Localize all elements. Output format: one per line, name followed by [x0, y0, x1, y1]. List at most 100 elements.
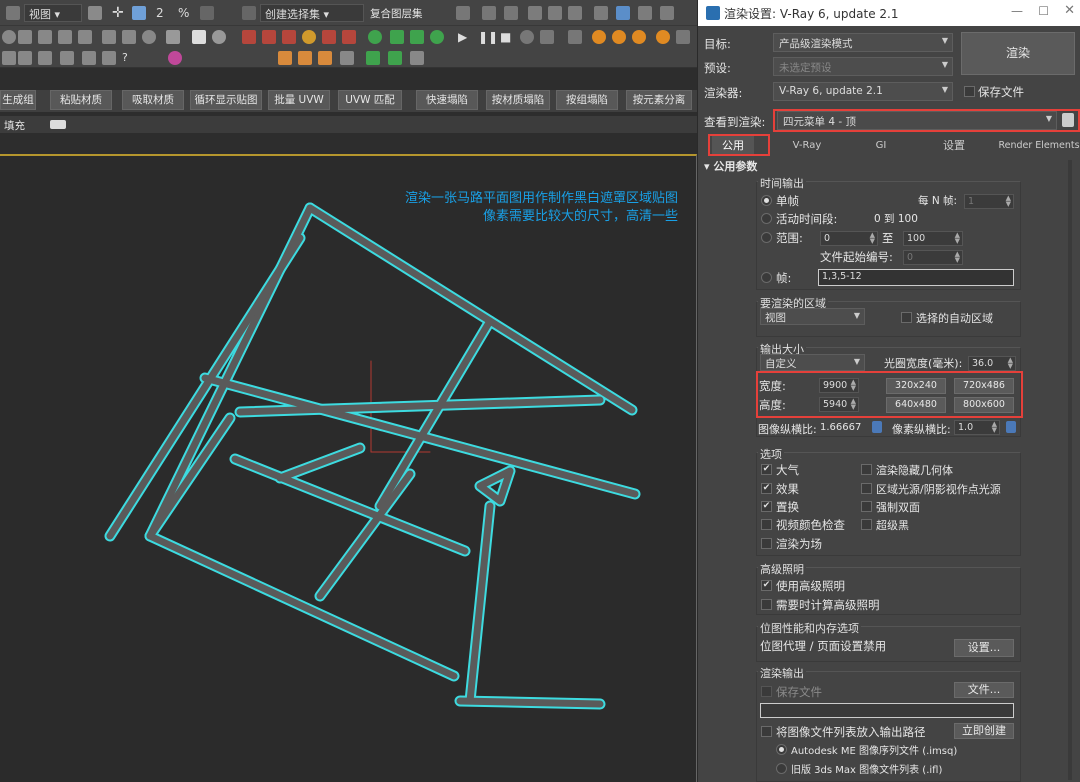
vray-fur-icon[interactable]: [322, 30, 336, 44]
pause-icon[interactable]: ❚❚: [478, 30, 498, 44]
autodesk-imsq-radio[interactable]: [776, 744, 787, 755]
fire-2-icon[interactable]: [612, 30, 626, 44]
area-dropdown[interactable]: 视图 ▼: [760, 308, 865, 325]
tab-render-elements[interactable]: Render Elements: [998, 136, 1080, 156]
globe-icon[interactable]: [142, 30, 156, 44]
paste-material-button[interactable]: 粘贴材质: [50, 90, 112, 110]
green-tool-4-icon[interactable]: [430, 30, 444, 44]
pick-material-button[interactable]: 吸取材质: [122, 90, 184, 110]
file-start-spinner[interactable]: 0 ▲ ▼: [903, 250, 963, 265]
create-now-button[interactable]: 立即创建: [954, 723, 1014, 739]
render-icon[interactable]: [616, 6, 630, 20]
space-warp-icon[interactable]: [102, 30, 116, 44]
camera-icon[interactable]: [38, 30, 52, 44]
teapot-icon[interactable]: [660, 6, 674, 20]
mirror-icon[interactable]: [456, 6, 470, 20]
tool-m-icon[interactable]: [410, 51, 424, 65]
tool-h-icon[interactable]: [298, 51, 312, 65]
tab-gi[interactable]: GI: [864, 136, 898, 156]
tool-b-icon[interactable]: [18, 51, 32, 65]
range-to-spinner[interactable]: 100 ▲ ▼: [903, 231, 963, 246]
vray-sphere-icon[interactable]: [212, 30, 226, 44]
green-tool-3-icon[interactable]: [410, 30, 424, 44]
view-dropdown[interactable]: 视图 ▾: [24, 4, 82, 22]
tool-d-icon[interactable]: [60, 51, 74, 65]
super-black-checkbox[interactable]: [861, 519, 872, 530]
frames-input[interactable]: 1,3,5-12: [818, 269, 1014, 286]
schematic-icon[interactable]: [528, 6, 542, 20]
every-n-spinner[interactable]: 1 ▲ ▼: [964, 194, 1014, 209]
output-preset-dropdown[interactable]: 自定义 ▼: [760, 354, 865, 371]
rollout-title[interactable]: ▾ 公用参数: [704, 158, 757, 174]
compute-advanced-lighting-checkbox[interactable]: [761, 599, 772, 610]
video-color-check-checkbox[interactable]: [761, 519, 772, 530]
shape-icon[interactable]: [78, 30, 92, 44]
helper-icon[interactable]: [58, 30, 72, 44]
more-icon[interactable]: [676, 30, 690, 44]
frames-radio[interactable]: [761, 272, 772, 283]
viewport-top[interactable]: 渲染一张马路平面图用作制作黑白遮罩区域贴图 像素需要比较大的尺寸，高清一些: [0, 154, 697, 782]
vray-light-icon[interactable]: [242, 30, 256, 44]
tool-c-icon[interactable]: [38, 51, 52, 65]
legacy-ifl-radio[interactable]: [776, 763, 787, 774]
select-region-icon[interactable]: [132, 6, 146, 20]
layer-icon[interactable]: [482, 6, 496, 20]
range-from-spinner[interactable]: 0 ▲ ▼: [820, 231, 878, 246]
renderer-dropdown[interactable]: V-Ray 6, update 2.1 ▼: [773, 82, 953, 101]
material-editor-icon[interactable]: [548, 6, 562, 20]
maximize-icon[interactable]: ☐: [1038, 4, 1049, 18]
dialog-titlebar[interactable]: 渲染设置: V-Ray 6, update 2.1 — ☐ ✕: [698, 0, 1080, 26]
scrollbar[interactable]: [1068, 160, 1072, 780]
fill-toggle[interactable]: [50, 120, 66, 129]
cycle-maps-button[interactable]: 循环显示贴图: [190, 90, 262, 110]
single-frame-radio[interactable]: [761, 195, 772, 206]
selection-set-dropdown[interactable]: 创建选择集 ▾: [260, 4, 364, 22]
vray-icon[interactable]: [192, 30, 206, 44]
put-list-checkbox[interactable]: [761, 726, 772, 737]
atmosphere-checkbox[interactable]: ✔: [761, 464, 772, 475]
fire-4-icon[interactable]: [656, 30, 670, 44]
tool-j-icon[interactable]: [340, 51, 354, 65]
restore-layers-label[interactable]: 复合图层集: [370, 6, 423, 21]
light-icon[interactable]: [18, 30, 32, 44]
render-button[interactable]: 渲染: [961, 32, 1075, 75]
uvw-match-button[interactable]: UVW 匹配: [338, 90, 402, 110]
spinner-snap-icon[interactable]: [200, 6, 214, 20]
tab-settings[interactable]: 设置: [934, 136, 974, 156]
vray-decal-icon[interactable]: [342, 30, 356, 44]
pixel-aspect-spinner[interactable]: 1.0 ▲ ▼: [954, 420, 1000, 435]
render-setup-icon[interactable]: [568, 6, 582, 20]
collapse-by-material-button[interactable]: 按材质塌陷: [486, 90, 550, 110]
percent-snap-icon[interactable]: %: [178, 6, 192, 20]
systems-icon[interactable]: [122, 30, 136, 44]
quick-collapse-button[interactable]: 快速塌陷: [416, 90, 478, 110]
separate-by-element-button[interactable]: 按元素分离: [626, 90, 692, 110]
tool-a-icon[interactable]: [2, 51, 16, 65]
effects-checkbox[interactable]: ✔: [761, 483, 772, 494]
vray-dome-icon[interactable]: [262, 30, 276, 44]
sphere-icon[interactable]: [2, 30, 16, 44]
play-icon[interactable]: ▶: [458, 30, 472, 44]
snap-icon[interactable]: [88, 6, 102, 20]
green-tool-2-icon[interactable]: [390, 30, 404, 44]
batch-uvw-button[interactable]: 批量 UVW: [268, 90, 330, 110]
tool-l-icon[interactable]: [388, 51, 402, 65]
graph-icon[interactable]: [504, 6, 518, 20]
bitmap-setup-button[interactable]: 设置...: [954, 639, 1014, 657]
minimize-icon[interactable]: —: [1011, 4, 1023, 18]
auto-region-checkbox[interactable]: [901, 312, 912, 323]
tool-f-icon[interactable]: [102, 51, 116, 65]
aperture-spinner[interactable]: 36.0 ▲ ▼: [968, 356, 1016, 371]
record-icon[interactable]: [520, 30, 534, 44]
green-tool-1-icon[interactable]: [368, 30, 382, 44]
preset-dropdown[interactable]: 未选定预设 ▼: [773, 57, 953, 76]
active-segment-radio[interactable]: [761, 213, 772, 224]
vray-proxy-icon[interactable]: [282, 30, 296, 44]
fire-1-icon[interactable]: [592, 30, 606, 44]
render-hidden-checkbox[interactable]: [861, 464, 872, 475]
render-production-icon[interactable]: [638, 6, 652, 20]
close-icon[interactable]: ✕: [1064, 3, 1075, 18]
render-frame-icon[interactable]: [594, 6, 608, 20]
range-radio[interactable]: [761, 232, 772, 243]
move-icon[interactable]: ✛: [112, 6, 126, 20]
